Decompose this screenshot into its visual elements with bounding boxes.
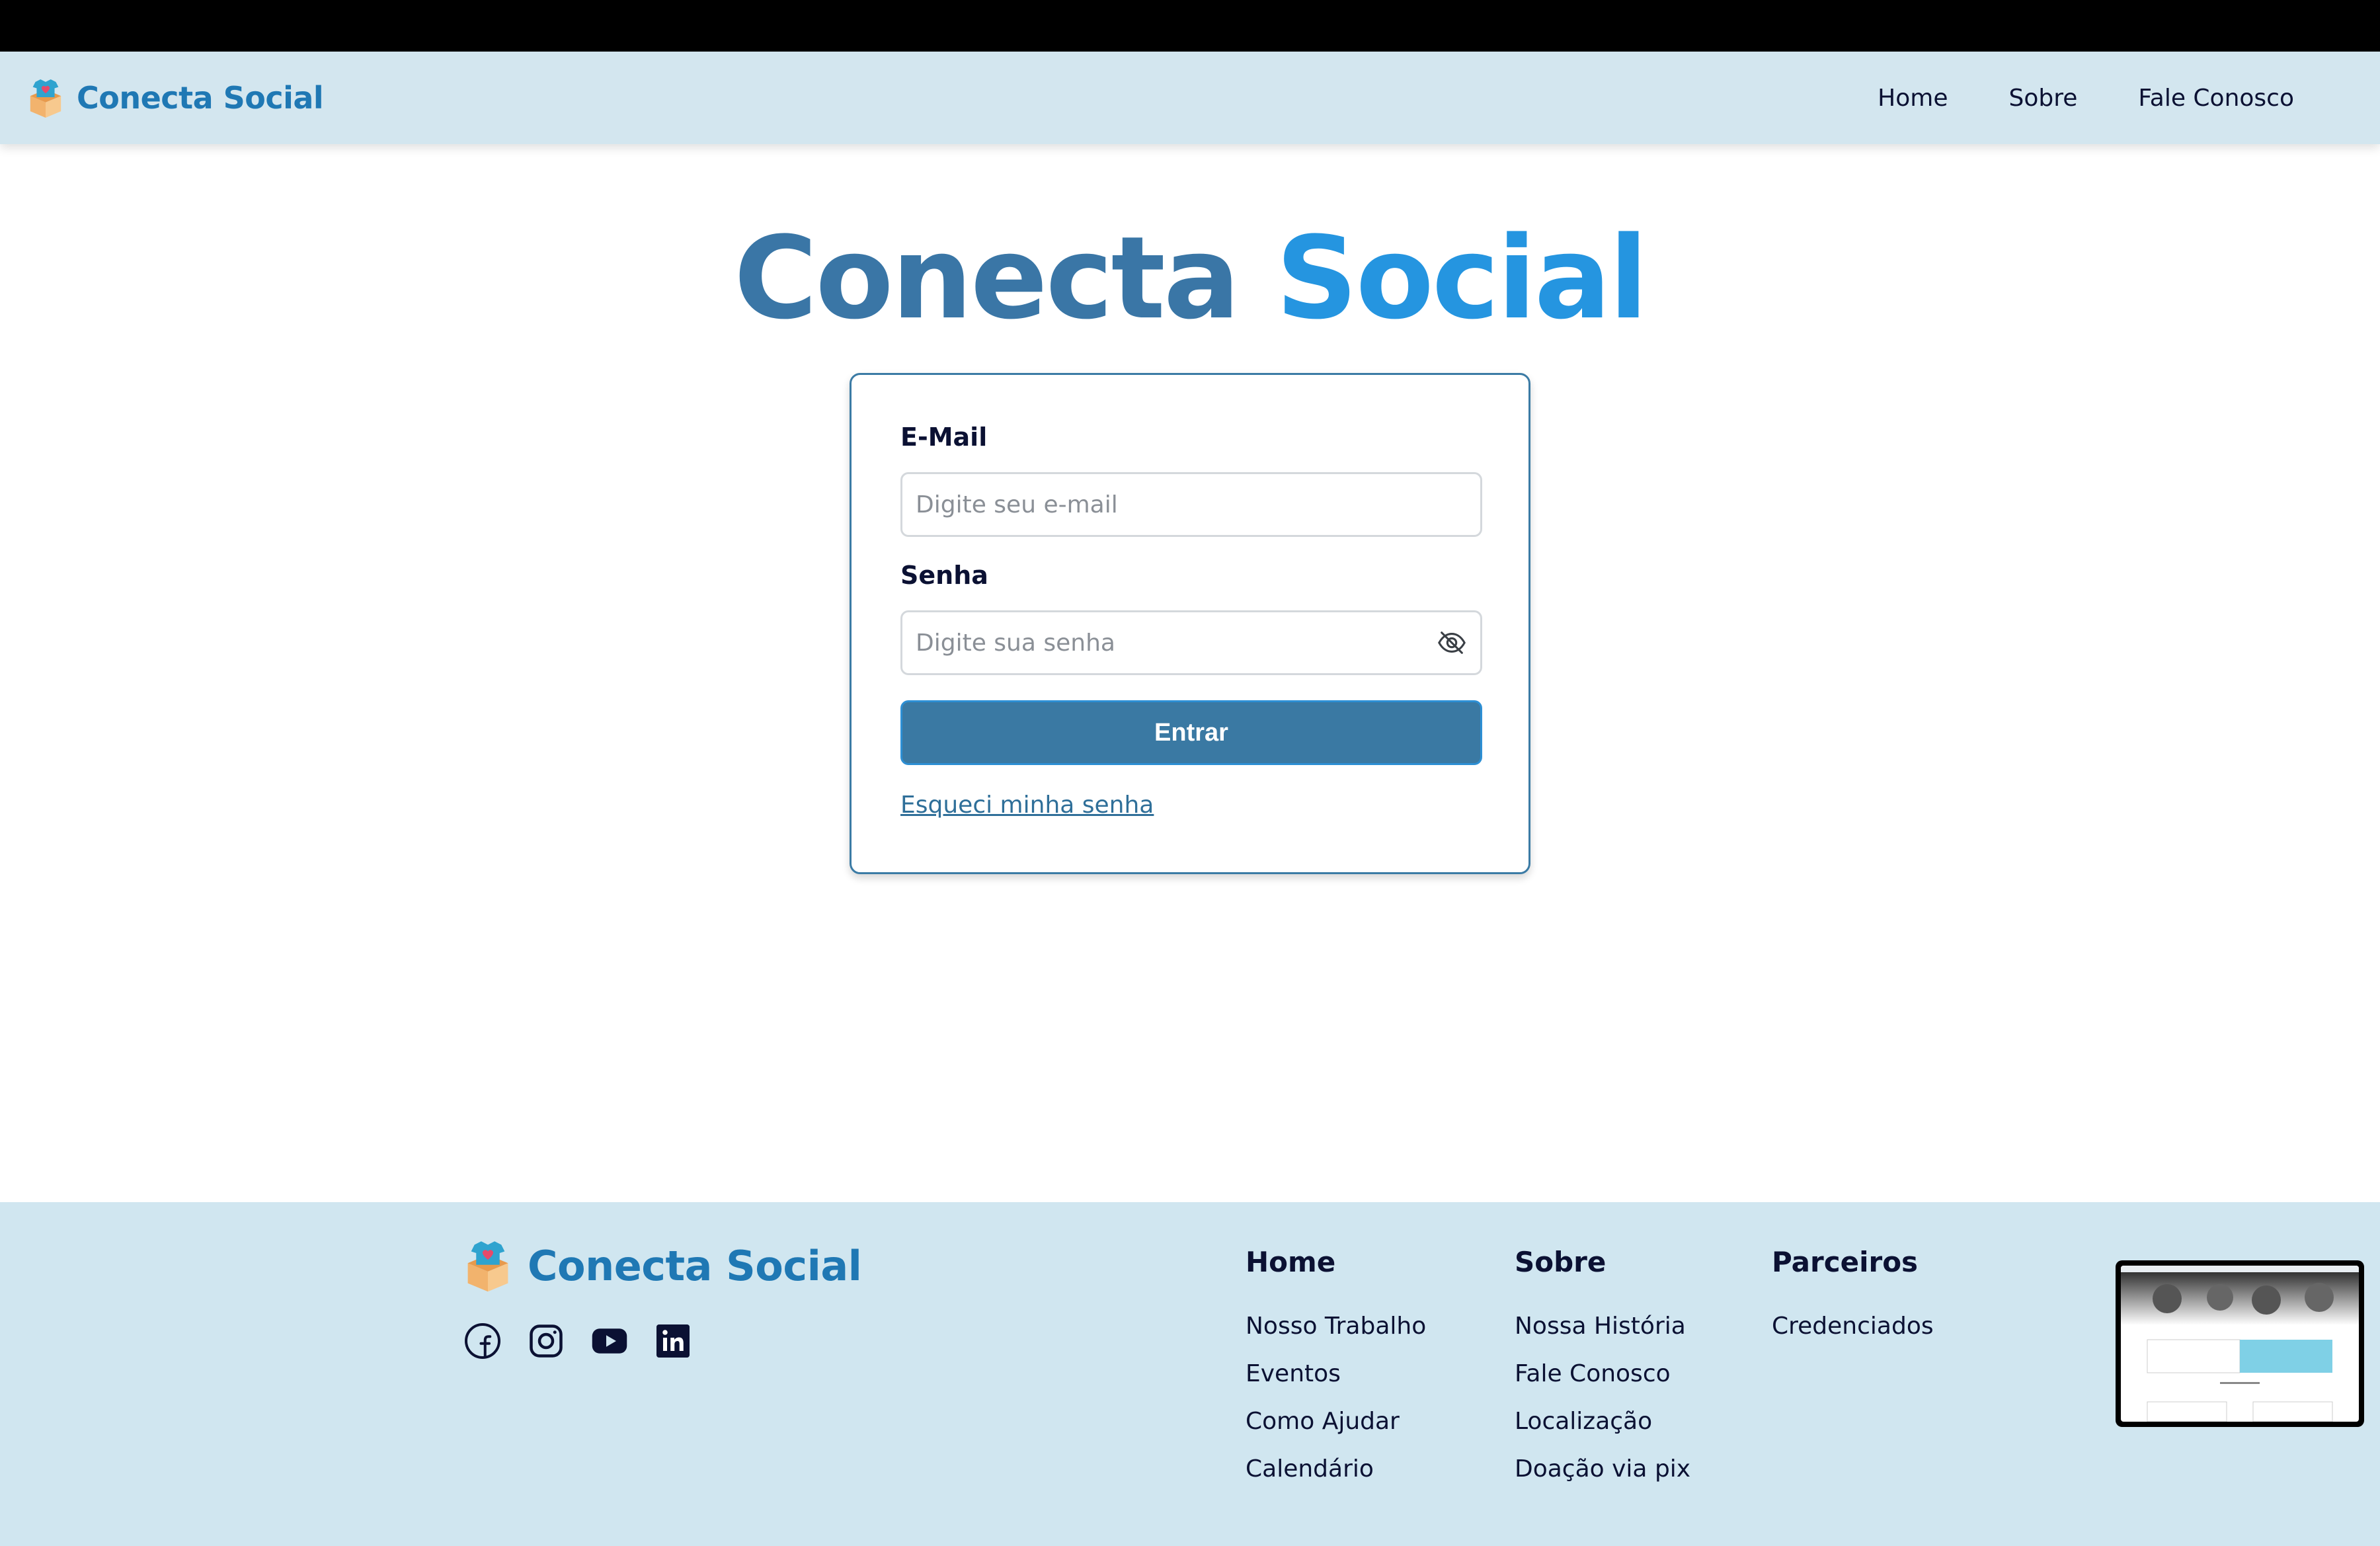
footer-link-localizacao[interactable]: Localização [1515,1408,1690,1436]
footer-link-calendario[interactable]: Calendário [1246,1455,1426,1483]
footer-link-credenciados[interactable]: Credenciados [1772,1313,1934,1340]
page-title-part1: Conecta [734,212,1240,345]
donation-box-logo-icon [467,1241,508,1292]
email-label: E-Mail [900,423,988,452]
footer-link-como-ajudar[interactable]: Como Ajudar [1246,1408,1426,1436]
youtube-icon[interactable] [590,1321,629,1361]
page-title-part2: Social [1275,212,1648,345]
footer-col-title: Parceiros [1772,1246,1919,1278]
submit-button[interactable]: Entrar [900,700,1482,765]
footer-col-title: Home [1246,1246,1336,1278]
top-black-strip [0,0,2380,52]
screenshot-preview-thumbnail[interactable] [2116,1260,2364,1427]
linkedin-icon[interactable] [653,1321,693,1361]
nav-link-sobre[interactable]: Sobre [2008,85,2077,112]
eye-slash-icon[interactable] [1437,628,1467,658]
nav-link-fale-conosco[interactable]: Fale Conosco [2138,85,2294,112]
password-input[interactable] [916,629,1430,657]
nav-links: Home Sobre Fale Conosco [1878,85,2294,112]
footer-brand-name: Conecta Social [528,1241,862,1290]
page-title: Conecta Social [0,210,2380,346]
email-field-box [900,472,1482,537]
social-links [463,1321,693,1361]
login-card: E-Mail Senha Entrar Esqueci minha senha [850,373,1530,874]
footer-link-doacao-via-pix[interactable]: Doação via pix [1515,1455,1690,1483]
footer: Conecta Social Home Nosso Trabalho Event… [0,1202,2380,1546]
brand-name: Conecta Social [77,80,324,116]
navbar-brand[interactable]: Conecta Social [26,77,324,119]
navbar: Conecta Social Home Sobre Fale Conosco [0,52,2380,144]
footer-link-eventos[interactable]: Eventos [1246,1360,1426,1388]
forgot-password-link[interactable]: Esqueci minha senha [900,792,1154,819]
footer-link-fale-conosco[interactable]: Fale Conosco [1515,1360,1690,1388]
thumbnail-page-image [2121,1266,2359,1422]
donation-box-logo-icon [30,79,61,118]
footer-col-sobre: Sobre Nossa História Fale Conosco Locali… [1515,1246,1690,1503]
email-input[interactable] [916,491,1467,518]
footer-link-nosso-trabalho[interactable]: Nosso Trabalho [1246,1313,1426,1340]
footer-col-title: Sobre [1515,1246,1606,1278]
facebook-icon[interactable] [463,1321,502,1361]
password-label: Senha [900,561,988,590]
footer-col-home: Home Nosso Trabalho Eventos Como Ajudar … [1246,1246,1426,1503]
footer-link-nossa-historia[interactable]: Nossa História [1515,1313,1690,1340]
password-field-box [900,610,1482,675]
nav-link-home[interactable]: Home [1878,85,1948,112]
thumbnail-content [2121,1266,2359,1422]
footer-brand[interactable]: Conecta Social [463,1238,862,1293]
footer-col-parceiros: Parceiros Credenciados [1772,1246,1934,1360]
instagram-icon[interactable] [526,1321,566,1361]
